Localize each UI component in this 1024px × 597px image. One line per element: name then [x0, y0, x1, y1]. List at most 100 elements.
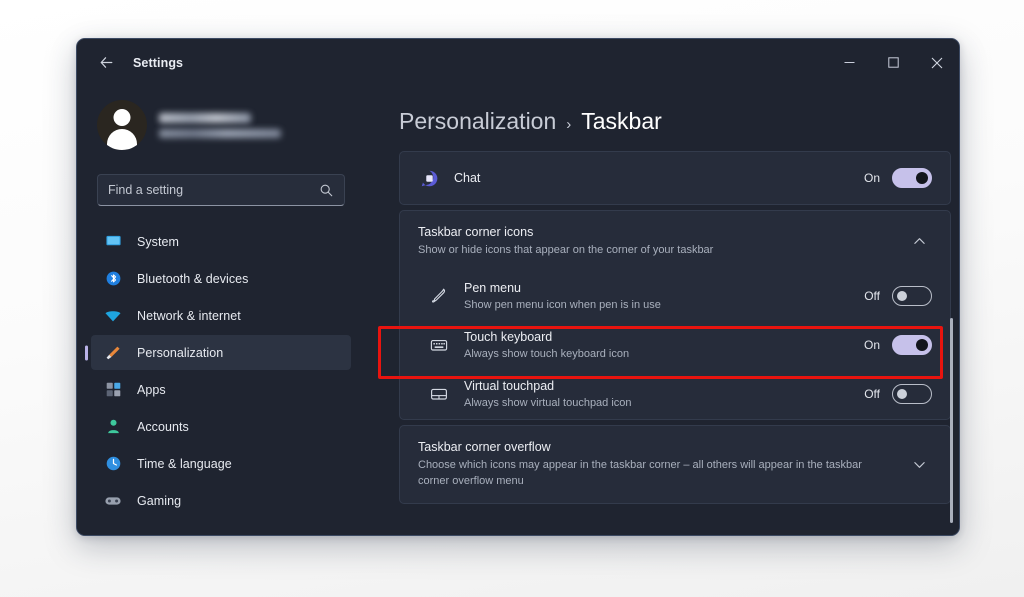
sidebar-item-accounts[interactable]: Accounts — [91, 409, 351, 444]
back-button[interactable] — [89, 48, 123, 78]
virtual-touchpad-toggle[interactable] — [892, 384, 932, 405]
sidebar-item-time-language[interactable]: Time & language — [91, 446, 351, 481]
title-bar: Settings — [77, 39, 959, 86]
sidebar-item-label: Gaming — [137, 493, 182, 508]
sidebar-item-label: Apps — [137, 382, 166, 397]
pen-icon — [428, 285, 450, 307]
toggle-knob — [897, 291, 907, 302]
virtual-touchpad-control: Off — [860, 384, 932, 405]
pen-menu-toggle[interactable] — [892, 286, 932, 307]
taskbar-corner-icons-rows: Pen menu Show pen menu icon when pen is … — [400, 272, 950, 419]
window-controls — [827, 39, 959, 86]
virtual-touchpad-row[interactable]: Virtual touchpad Always show virtual tou… — [400, 370, 950, 419]
section-subtitle: Choose which icons may appear in the tas… — [418, 458, 862, 487]
profile-text — [159, 112, 281, 138]
chat-bubble-icon — [418, 167, 440, 189]
close-icon — [931, 57, 943, 68]
window-body: System Bluetooth & devices — [77, 86, 959, 535]
user-profile[interactable] — [97, 94, 367, 156]
content-scrollbar[interactable] — [950, 318, 953, 523]
chat-row-control: On — [860, 168, 932, 188]
user-avatar-icon — [113, 109, 131, 126]
paintbrush-icon — [103, 343, 123, 363]
taskbar-corner-overflow-header[interactable]: Taskbar corner overflow Choose which ico… — [400, 426, 950, 503]
chat-row-text: Chat — [454, 170, 846, 187]
sidebar-item-label: Bluetooth & devices — [137, 271, 249, 286]
sidebar-item-label: Personalization — [137, 345, 224, 360]
touch-keyboard-text: Touch keyboard Always show touch keyboar… — [464, 329, 846, 362]
section-title: Taskbar corner overflow — [418, 439, 551, 454]
profile-email — [159, 128, 281, 138]
settings-window: Settings Find a setting System Bluetooth… — [76, 38, 960, 536]
chevron-up-icon[interactable] — [906, 235, 932, 248]
chat-title: Chat — [454, 170, 481, 185]
virtual-touchpad-title: Virtual touchpad — [464, 378, 555, 393]
search-box[interactable] — [97, 174, 345, 206]
sidebar-item-label: Accounts — [137, 419, 189, 434]
sidebar-item-network-internet[interactable]: Network & internet — [91, 298, 351, 333]
sidebar-item-gaming[interactable]: Gaming — [91, 483, 351, 518]
gamepad-icon — [103, 491, 123, 511]
touch-keyboard-toggle-label: On — [863, 338, 880, 353]
sidebar-item-system[interactable]: System — [91, 224, 351, 259]
chat-row[interactable]: Chat On — [400, 152, 950, 204]
apps-grid-icon — [103, 380, 123, 400]
wifi-icon — [103, 306, 123, 326]
touch-keyboard-control: On — [860, 335, 932, 356]
section-title: Taskbar corner icons — [418, 225, 534, 239]
keyboard-icon — [428, 334, 450, 356]
avatar-body-shape — [107, 129, 137, 150]
avatar — [97, 100, 147, 150]
taskbar-corner-icons-card: Taskbar corner icons Show or hide icons … — [399, 210, 951, 420]
chat-toggle-label: On — [863, 171, 880, 185]
touch-keyboard-title: Touch keyboard — [464, 329, 553, 344]
settings-cards: Chat On Taskbar corner icons Show or hid… — [399, 151, 951, 504]
breadcrumb-parent[interactable]: Personalization — [399, 108, 556, 135]
pen-menu-text: Pen menu Show pen menu icon when pen is … — [464, 280, 846, 313]
pen-menu-control: Off — [860, 286, 932, 307]
maximize-button[interactable] — [871, 39, 915, 86]
close-button[interactable] — [915, 39, 959, 86]
sidebar-item-personalization[interactable]: Personalization — [91, 335, 351, 370]
sidebar: System Bluetooth & devices — [77, 86, 424, 535]
taskbar-corner-icons-text: Taskbar corner icons Show or hide icons … — [418, 224, 894, 259]
clock-icon — [103, 454, 123, 474]
page-title: Taskbar — [581, 108, 662, 134]
profile-name — [159, 112, 251, 123]
maximize-icon — [887, 57, 899, 68]
pen-menu-toggle-label: Off — [864, 289, 880, 304]
taskbar-corner-overflow-text: Taskbar corner overflow Choose which ico… — [418, 439, 894, 490]
touch-keyboard-subtitle: Always show touch keyboard icon — [464, 347, 630, 360]
chat-toggle[interactable] — [892, 168, 932, 188]
minimize-button[interactable] — [827, 39, 871, 86]
chevron-down-icon[interactable] — [906, 458, 932, 471]
toggle-knob — [897, 389, 907, 400]
touchpad-icon — [428, 383, 450, 405]
pen-menu-row[interactable]: Pen menu Show pen menu icon when pen is … — [400, 272, 950, 321]
breadcrumb: Personalization › Taskbar — [399, 108, 959, 135]
section-subtitle: Show or hide icons that appear on the co… — [418, 243, 714, 256]
breadcrumb-separator-icon: › — [566, 116, 572, 133]
app-title: Settings — [133, 55, 184, 70]
virtual-touchpad-text: Virtual touchpad Always show virtual tou… — [464, 378, 846, 411]
system-monitor-icon — [103, 232, 123, 252]
touch-keyboard-row[interactable]: Touch keyboard Always show touch keyboar… — [400, 321, 950, 370]
back-arrow-icon — [100, 57, 112, 68]
toggle-knob — [916, 339, 928, 352]
taskbar-corner-overflow-card: Taskbar corner overflow Choose which ico… — [399, 424, 951, 504]
bluetooth-icon — [103, 269, 123, 289]
virtual-touchpad-toggle-label: Off — [864, 387, 880, 402]
pen-menu-title: Pen menu — [464, 280, 521, 295]
search-icon[interactable] — [319, 183, 334, 198]
taskbar-corner-icons-header[interactable]: Taskbar corner icons Show or hide icons … — [400, 211, 950, 272]
search-input[interactable] — [108, 183, 319, 197]
sidebar-item-bluetooth-devices[interactable]: Bluetooth & devices — [91, 261, 351, 296]
sidebar-item-label: System — [137, 234, 179, 249]
touch-keyboard-toggle[interactable] — [892, 335, 932, 356]
sidebar-item-apps[interactable]: Apps — [91, 372, 351, 407]
pen-menu-subtitle: Show pen menu icon when pen is in use — [464, 298, 661, 311]
sidebar-item-label: Time & language — [137, 456, 232, 471]
toggle-knob — [916, 172, 928, 184]
sidebar-nav: System Bluetooth & devices Network & int… — [77, 224, 367, 518]
content-area: Personalization › Taskbar Chat On Taskba… — [367, 86, 959, 535]
